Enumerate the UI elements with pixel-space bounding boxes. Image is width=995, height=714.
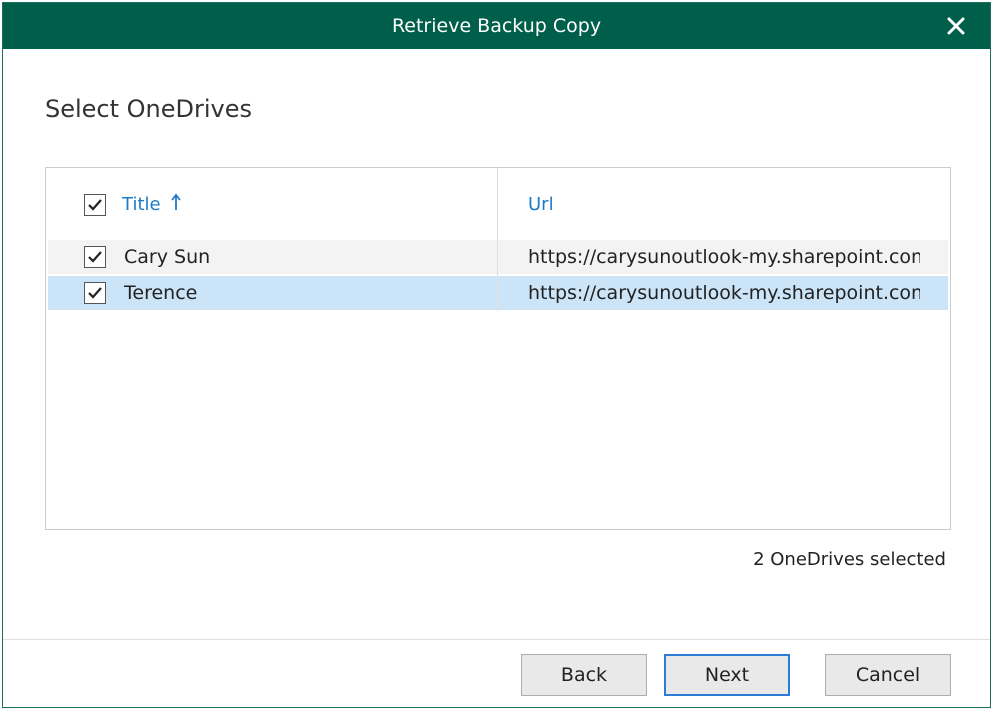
next-button[interactable]: Next (664, 654, 790, 696)
footer-divider (3, 639, 990, 640)
row-title: Cary Sun (124, 246, 211, 268)
back-button[interactable]: Back (521, 654, 647, 696)
column-header-url[interactable]: Url (528, 192, 554, 218)
checkmark-icon (88, 199, 102, 211)
table-row[interactable]: Cary Sun https://carysunoutlook-my.share… (48, 240, 948, 274)
row-checkbox[interactable] (84, 282, 106, 304)
column-header-title-label: Title (122, 194, 161, 215)
cancel-button[interactable]: Cancel (825, 654, 951, 696)
close-button[interactable] (940, 10, 972, 42)
selection-status: 2 OneDrives selected (753, 549, 946, 570)
column-header-title[interactable]: Title (122, 192, 182, 218)
sort-up-arrow-icon (171, 193, 182, 210)
checkmark-icon (88, 287, 102, 299)
title-bar: Retrieve Backup Copy (3, 3, 990, 49)
select-all-checkbox[interactable] (84, 194, 106, 216)
dialog-title: Retrieve Backup Copy (391, 15, 602, 37)
table-row-selected[interactable]: Terence https://carysunoutlook-my.sharep… (48, 276, 948, 310)
close-icon (947, 17, 965, 35)
row-url: https://carysunoutlook-my.sharepoint.com… (528, 282, 920, 304)
row-title: Terence (124, 282, 198, 304)
page-heading: Select OneDrives (45, 95, 253, 123)
checkmark-icon (88, 251, 102, 263)
retrieve-backup-copy-dialog: Retrieve Backup Copy Select OneDrives Ti… (2, 2, 991, 708)
cell-divider (497, 240, 498, 274)
cell-divider (497, 276, 498, 310)
onedrives-grid: Title Url Cary Sun https://carysunoutloo… (45, 167, 951, 530)
row-checkbox[interactable] (84, 246, 106, 268)
row-url: https://carysunoutlook-my.sharepoint.com… (528, 246, 920, 268)
